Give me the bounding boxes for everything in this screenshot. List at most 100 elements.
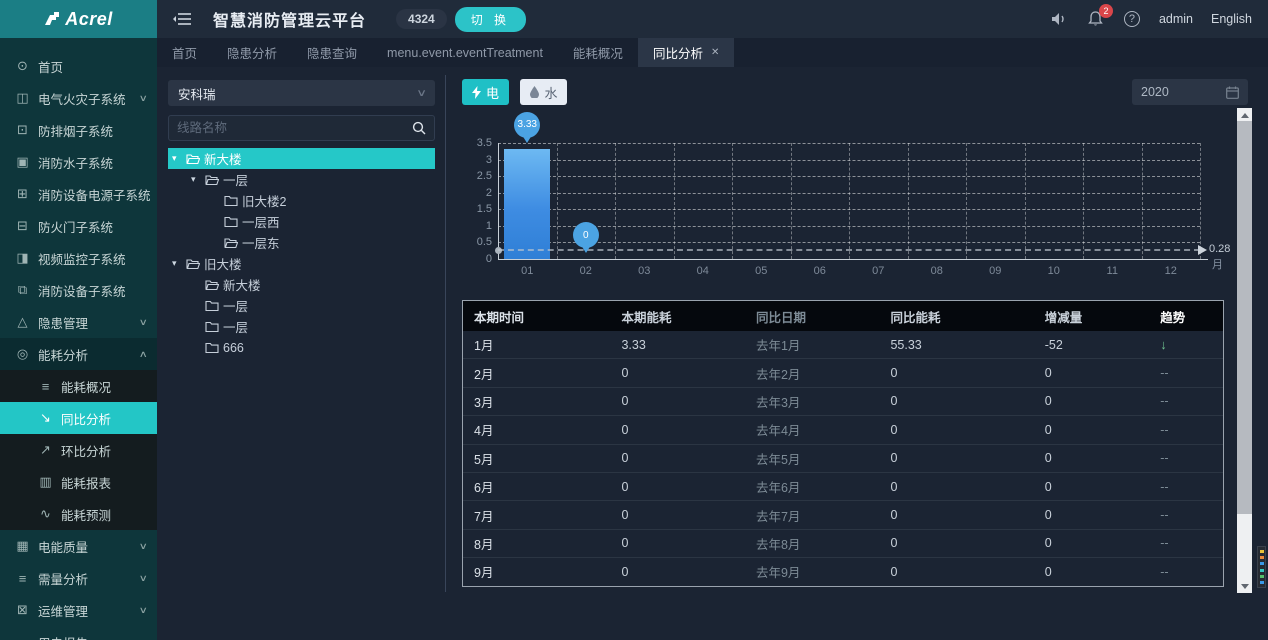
tree-node-一层东[interactable]: 一层东 (168, 232, 435, 253)
table-row[interactable]: 6月0去年6月00-- (463, 473, 1223, 501)
bar-month-01[interactable] (504, 149, 550, 259)
line-search-input[interactable] (177, 121, 412, 135)
sidebar-item-demand-analysis[interactable]: ≡需量分析∨ (0, 562, 157, 594)
organization-select[interactable]: 安科瑞 ∨ (168, 80, 435, 106)
table-cell: 2月 (463, 364, 610, 383)
folder-icon (205, 300, 223, 312)
close-tab-icon[interactable] (711, 47, 719, 58)
table-row[interactable]: 1月3.33去年1月55.33-52↓ (463, 331, 1223, 359)
sidebar-submenu: ≡能耗概况↘同比分析↗环比分析▥能耗报表∿能耗预测 (0, 370, 157, 530)
sidebar-item-ops-management[interactable]: ⊠运维管理∨ (0, 594, 157, 626)
language-switch[interactable]: English (1211, 12, 1252, 26)
sidebar-item-energy-report[interactable]: ▥能耗报表 (0, 466, 157, 498)
sidebar-item-label: 消防设备子系统 (38, 281, 126, 300)
water-tab-button[interactable]: 水 (520, 79, 567, 105)
tab-隐患分析[interactable]: 隐患分析 (212, 38, 292, 67)
table-row[interactable]: 8月0去年8月00-- (463, 530, 1223, 558)
volume-icon[interactable] (1051, 10, 1069, 28)
tree-node-一层[interactable]: 一层 (168, 316, 435, 337)
sidebar-item-overview[interactable]: ≡能耗概况 (0, 370, 157, 402)
tab-能耗概况[interactable]: 能耗概况 (558, 38, 638, 67)
tab-隐患查询[interactable]: 隐患查询 (292, 38, 372, 67)
yoy-analysis-icon: ↘ (38, 410, 53, 426)
tree-node-一层西[interactable]: 一层西 (168, 211, 435, 232)
tab-首页[interactable]: 首页 (157, 38, 212, 67)
content-scrollbar[interactable] (1237, 108, 1252, 593)
sidebar-item-home[interactable]: ⊙首页 (0, 50, 157, 82)
switch-button[interactable]: 切 换 (455, 7, 526, 32)
x-axis-tick: 09 (975, 265, 1015, 277)
caret-down-icon[interactable]: ▾ (191, 174, 205, 185)
caret-down-icon[interactable]: ▾ (172, 258, 186, 269)
tab-menu.event.eventTreatment[interactable]: menu.event.eventTreatment (372, 38, 558, 67)
table-row[interactable]: 5月0去年5月00-- (463, 445, 1223, 473)
sidebar-item-video-monitor[interactable]: ◨视频监控子系统 (0, 242, 157, 274)
tree-node-一层[interactable]: ▾一层 (168, 169, 435, 190)
data-label-pin: 0 (573, 222, 599, 258)
table-cell: 0 (610, 480, 745, 494)
scroll-up-icon[interactable] (1237, 108, 1252, 121)
sidebar-item-energy-forecast[interactable]: ∿能耗预测 (0, 498, 157, 530)
table-header-cell: 增减量 (1034, 307, 1150, 326)
electric-tab-button[interactable]: 电 (462, 79, 509, 105)
tree-node-新大楼[interactable]: 新大楼 (168, 274, 435, 295)
sidebar-item-power-supply[interactable]: ⊞消防设备电源子系统 (0, 178, 157, 210)
sidebar-item-mom-analysis[interactable]: ↗环比分析 (0, 434, 157, 466)
sidebar-item-power-report[interactable]: ▭用电报告 (0, 626, 157, 640)
sidebar-item-label: 隐患管理 (38, 313, 88, 332)
tree-node-旧大楼[interactable]: ▾旧大楼 (168, 253, 435, 274)
tree-node-一层[interactable]: 一层 (168, 295, 435, 316)
scrollbar-thumb[interactable] (1237, 121, 1252, 514)
data-label-pin: 3.33 (514, 112, 540, 148)
table-cell: -- (1149, 536, 1223, 550)
sidebar-item-power-quality[interactable]: ▦电能质量∨ (0, 530, 157, 562)
sidebar-item-electric-fire[interactable]: ◫电气火灾子系统∨ (0, 82, 157, 114)
table-row[interactable]: 2月0去年2月00-- (463, 359, 1223, 387)
tree-node-新大楼[interactable]: ▾新大楼 (168, 148, 435, 169)
tree-node-666[interactable]: 666 (168, 337, 435, 358)
table-cell: 6月 (463, 477, 610, 496)
table-row[interactable]: 4月0去年4月00-- (463, 416, 1223, 444)
table-cell: -- (1149, 366, 1223, 380)
sidebar-item-fire-door[interactable]: ⊟防火门子系统 (0, 210, 157, 242)
trend-none: -- (1160, 536, 1168, 550)
sidebar-item-yoy-analysis[interactable]: ↘同比分析 (0, 402, 157, 434)
tab-同比分析[interactable]: 同比分析 (638, 38, 734, 67)
table-cell: 去年9月 (745, 562, 880, 581)
table-header-cell: 同比能耗 (879, 307, 1033, 326)
collapse-menu-icon[interactable] (173, 12, 191, 26)
caret-down-icon[interactable]: ▾ (172, 153, 186, 164)
help-icon[interactable] (1123, 10, 1141, 28)
sidebar-item-smoke-control[interactable]: ⊡防排烟子系统 (0, 114, 157, 146)
year-picker[interactable]: 2020 (1132, 79, 1248, 105)
search-icon[interactable] (412, 121, 426, 135)
table-row[interactable]: 7月0去年7月00-- (463, 501, 1223, 529)
trend-none: -- (1160, 480, 1168, 494)
notification-bell-icon[interactable]: 2 (1087, 10, 1105, 28)
table-cell: -52 (1034, 338, 1150, 352)
sidebar-item-label: 首页 (38, 57, 63, 76)
table-row[interactable]: 9月0去年9月00-- (463, 558, 1223, 586)
brand-logo-icon (44, 12, 60, 26)
sidebar-item-fire-water[interactable]: ▣消防水子系统 (0, 146, 157, 178)
mom-analysis-icon: ↗ (38, 442, 53, 458)
sidebar-item-energy[interactable]: ◎能耗分析∧ (0, 338, 157, 370)
sidebar-item-label: 电能质量 (38, 537, 88, 556)
year-picker-value: 2020 (1141, 85, 1169, 99)
table-cell: 去年1月 (745, 335, 880, 354)
gridline (849, 143, 850, 259)
x-axis-tick: 12 (1151, 265, 1191, 277)
power-supply-icon: ⊞ (15, 186, 30, 202)
sidebar-item-hazard[interactable]: △隐患管理∨ (0, 306, 157, 338)
x-axis-tick: 03 (624, 265, 664, 277)
gridline (791, 143, 792, 259)
table-cell: 0 (1034, 366, 1150, 380)
table-row[interactable]: 3月0去年3月00-- (463, 388, 1223, 416)
hazard-icon: △ (15, 314, 30, 330)
scroll-down-icon[interactable] (1237, 580, 1252, 593)
table-cell: 3月 (463, 392, 610, 411)
brand-logo-text: Acrel (65, 9, 113, 30)
sidebar-item-fire-device[interactable]: ⧉消防设备子系统 (0, 274, 157, 306)
user-menu[interactable]: admin (1159, 12, 1193, 26)
tree-node-旧大楼2[interactable]: 旧大楼2 (168, 190, 435, 211)
